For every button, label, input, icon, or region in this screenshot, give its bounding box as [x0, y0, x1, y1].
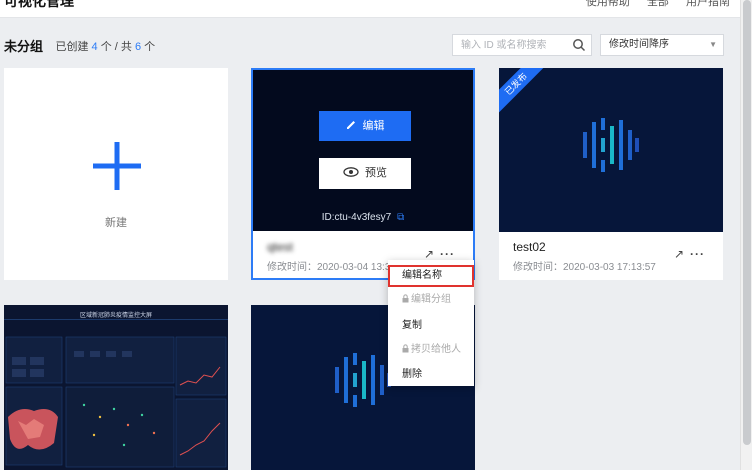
group-count: 已创建 4 个 / 共 6 个	[55, 40, 156, 53]
group-header: 未分组 已创建 4 个 / 共 6 个	[4, 36, 155, 55]
scrollbar-thumb[interactable]	[743, 0, 751, 445]
group-title: 未分组	[4, 39, 44, 54]
context-menu: 编辑名称 编辑分组 复制 拷贝给他人 删除	[388, 260, 474, 386]
top-link-help[interactable]: 使用帮助	[586, 0, 630, 8]
card-id: ID:ctu-4v3fesy7 ⧉	[321, 212, 405, 223]
app-title: 可视化管理	[4, 0, 74, 9]
search-input[interactable]	[453, 35, 563, 56]
screen-card-qtest[interactable]: 编辑 预览 ID:ctu-4v3fesy7 ⧉ qtest 修改时间：2020-0…	[251, 68, 475, 280]
card-thumbnail: 已发布	[499, 68, 723, 232]
published-badge: 已发布	[499, 68, 547, 115]
app-logo-icon	[335, 353, 391, 407]
menu-item-copy-to-others: 拷贝给他人	[388, 339, 474, 361]
top-bar: 可视化管理 使用帮助 全部 用户指南	[0, 0, 740, 18]
chevron-down-icon: ▼	[709, 40, 717, 49]
scrollbar[interactable]	[740, 0, 752, 470]
preview-button[interactable]: 预览	[319, 158, 411, 189]
external-link-icon[interactable]: ↗	[424, 247, 434, 261]
menu-item-rename[interactable]: 编辑名称	[388, 265, 474, 287]
more-icon[interactable]: ···	[690, 247, 705, 261]
sort-select-value: 修改时间降序	[609, 39, 669, 50]
card-tools: ↗ ···	[674, 247, 705, 261]
more-icon[interactable]: ···	[440, 247, 455, 261]
external-link-icon[interactable]: ↗	[674, 247, 684, 261]
card-name[interactable]: test02	[513, 240, 546, 254]
new-screen-card[interactable]: 新建	[4, 68, 228, 280]
dashboard-title: 区域新冠肺炎疫情监控大屏	[79, 313, 152, 319]
copy-icon[interactable]: ⧉	[397, 212, 404, 223]
card-modified-time: 修改时间：2020-03-03 17:13:57	[513, 262, 656, 273]
top-link-all[interactable]: 全部	[647, 0, 669, 8]
lock-icon	[402, 294, 409, 303]
screen-card-dashboard[interactable]: 区域新冠肺炎疫情监控大屏	[4, 305, 228, 470]
new-screen-label: 新建	[105, 217, 127, 229]
menu-item-delete[interactable]: 删除	[388, 364, 474, 386]
pencil-icon	[346, 121, 355, 129]
card-name[interactable]: qtest	[267, 240, 293, 254]
dashboard-thumbnail	[4, 305, 228, 470]
search-box	[452, 34, 592, 56]
sort-select[interactable]: 修改时间降序 ▼	[600, 34, 724, 56]
plus-icon	[93, 142, 141, 190]
menu-item-edit-group: 编辑分组	[388, 289, 474, 311]
screen-card-test02[interactable]: 已发布 test02 修改时间：2020-03-03 17:13:57 ↗ ···	[499, 68, 723, 280]
app-logo-icon	[583, 118, 639, 172]
search-icon[interactable]	[572, 38, 586, 52]
menu-item-copy[interactable]: 复制	[388, 315, 474, 337]
lock-icon	[402, 344, 409, 353]
top-links: 使用帮助 全部 用户指南	[572, 0, 730, 9]
edit-button[interactable]: 编辑	[319, 111, 411, 141]
card-thumbnail-overlay: 编辑 预览 ID:ctu-4v3fesy7 ⧉	[253, 70, 473, 231]
card-tools: ↗ ···	[424, 247, 455, 261]
eye-icon	[343, 167, 359, 177]
top-link-guide[interactable]: 用户指南	[686, 0, 730, 8]
